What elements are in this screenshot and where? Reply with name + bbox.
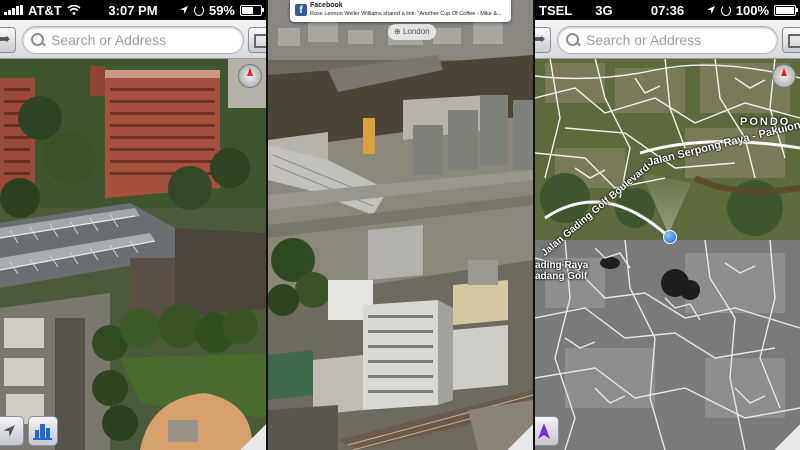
search-placeholder: Search or Address xyxy=(51,32,167,48)
location-heading-icon[interactable] xyxy=(535,416,559,446)
search-input[interactable]: Search or Address xyxy=(22,26,244,54)
location-chip[interactable]: ⊕ London xyxy=(388,24,436,40)
area-label-gading-raya: ading Raya adang Golf xyxy=(535,260,588,282)
page-curl-icon[interactable] xyxy=(240,424,266,450)
flyover-map[interactable] xyxy=(0,58,266,450)
status-bar: AT&T 3:07 PM 59% xyxy=(0,0,266,20)
bookmark-icon[interactable] xyxy=(248,27,266,53)
search-toolbar: ➦ Search or Address xyxy=(0,20,266,59)
lock-rotation-icon xyxy=(720,4,731,16)
battery-percent: 100% xyxy=(735,2,769,18)
search-placeholder: Search or Address xyxy=(586,32,702,48)
notification-app-name: Facebook xyxy=(310,2,343,9)
flyover-3d-view xyxy=(0,58,266,450)
search-icon xyxy=(566,33,580,47)
compass-icon[interactable] xyxy=(772,64,796,88)
location-services-icon xyxy=(706,6,715,14)
map-screen-jakarta: TSEL 3G 07:36 100% ➦ Search or Address J… xyxy=(535,0,800,450)
lock-rotation-icon xyxy=(193,4,204,16)
back-arrow-icon[interactable]: ➦ xyxy=(0,27,16,53)
battery-icon xyxy=(240,4,264,16)
status-bar: TSEL 3G 07:36 100% xyxy=(535,0,800,20)
notification-message: Rose Lennon Weller Williams shared a lin… xyxy=(310,11,502,17)
facebook-notification-banner[interactable]: f Facebook Rose Lennon Weller Williams s… xyxy=(290,0,511,22)
area-label-line2: adang Golf xyxy=(535,271,588,282)
back-arrow-icon[interactable]: ➦ xyxy=(535,27,551,53)
search-toolbar: ➦ Search or Address xyxy=(535,20,800,59)
map-screen-nyc: AT&T 3:07 PM 59% ➦ Search or Address xyxy=(0,0,266,450)
map-screen-london: f Facebook Rose Lennon Weller Williams s… xyxy=(268,0,533,450)
search-input[interactable]: Search or Address xyxy=(557,26,778,54)
page-curl-icon[interactable] xyxy=(507,424,533,450)
flyover-3d-view xyxy=(268,0,533,450)
battery-percent: 59% xyxy=(208,2,235,18)
location-arrow-icon[interactable] xyxy=(0,416,24,446)
3d-buildings-icon[interactable] xyxy=(28,416,58,446)
location-chip-label: London xyxy=(402,27,430,36)
compass-icon[interactable] xyxy=(238,64,262,88)
facebook-icon: f xyxy=(295,4,307,16)
battery-icon xyxy=(774,4,798,16)
area-label-pondok: PONDO xyxy=(740,116,791,128)
area-label-line1: ading Raya xyxy=(535,260,589,271)
bookmark-icon[interactable] xyxy=(782,27,800,53)
current-location-icon xyxy=(663,230,677,244)
location-services-icon xyxy=(179,6,188,14)
page-curl-icon[interactable] xyxy=(774,424,800,450)
search-icon xyxy=(31,33,45,47)
flyover-map[interactable] xyxy=(268,0,533,450)
